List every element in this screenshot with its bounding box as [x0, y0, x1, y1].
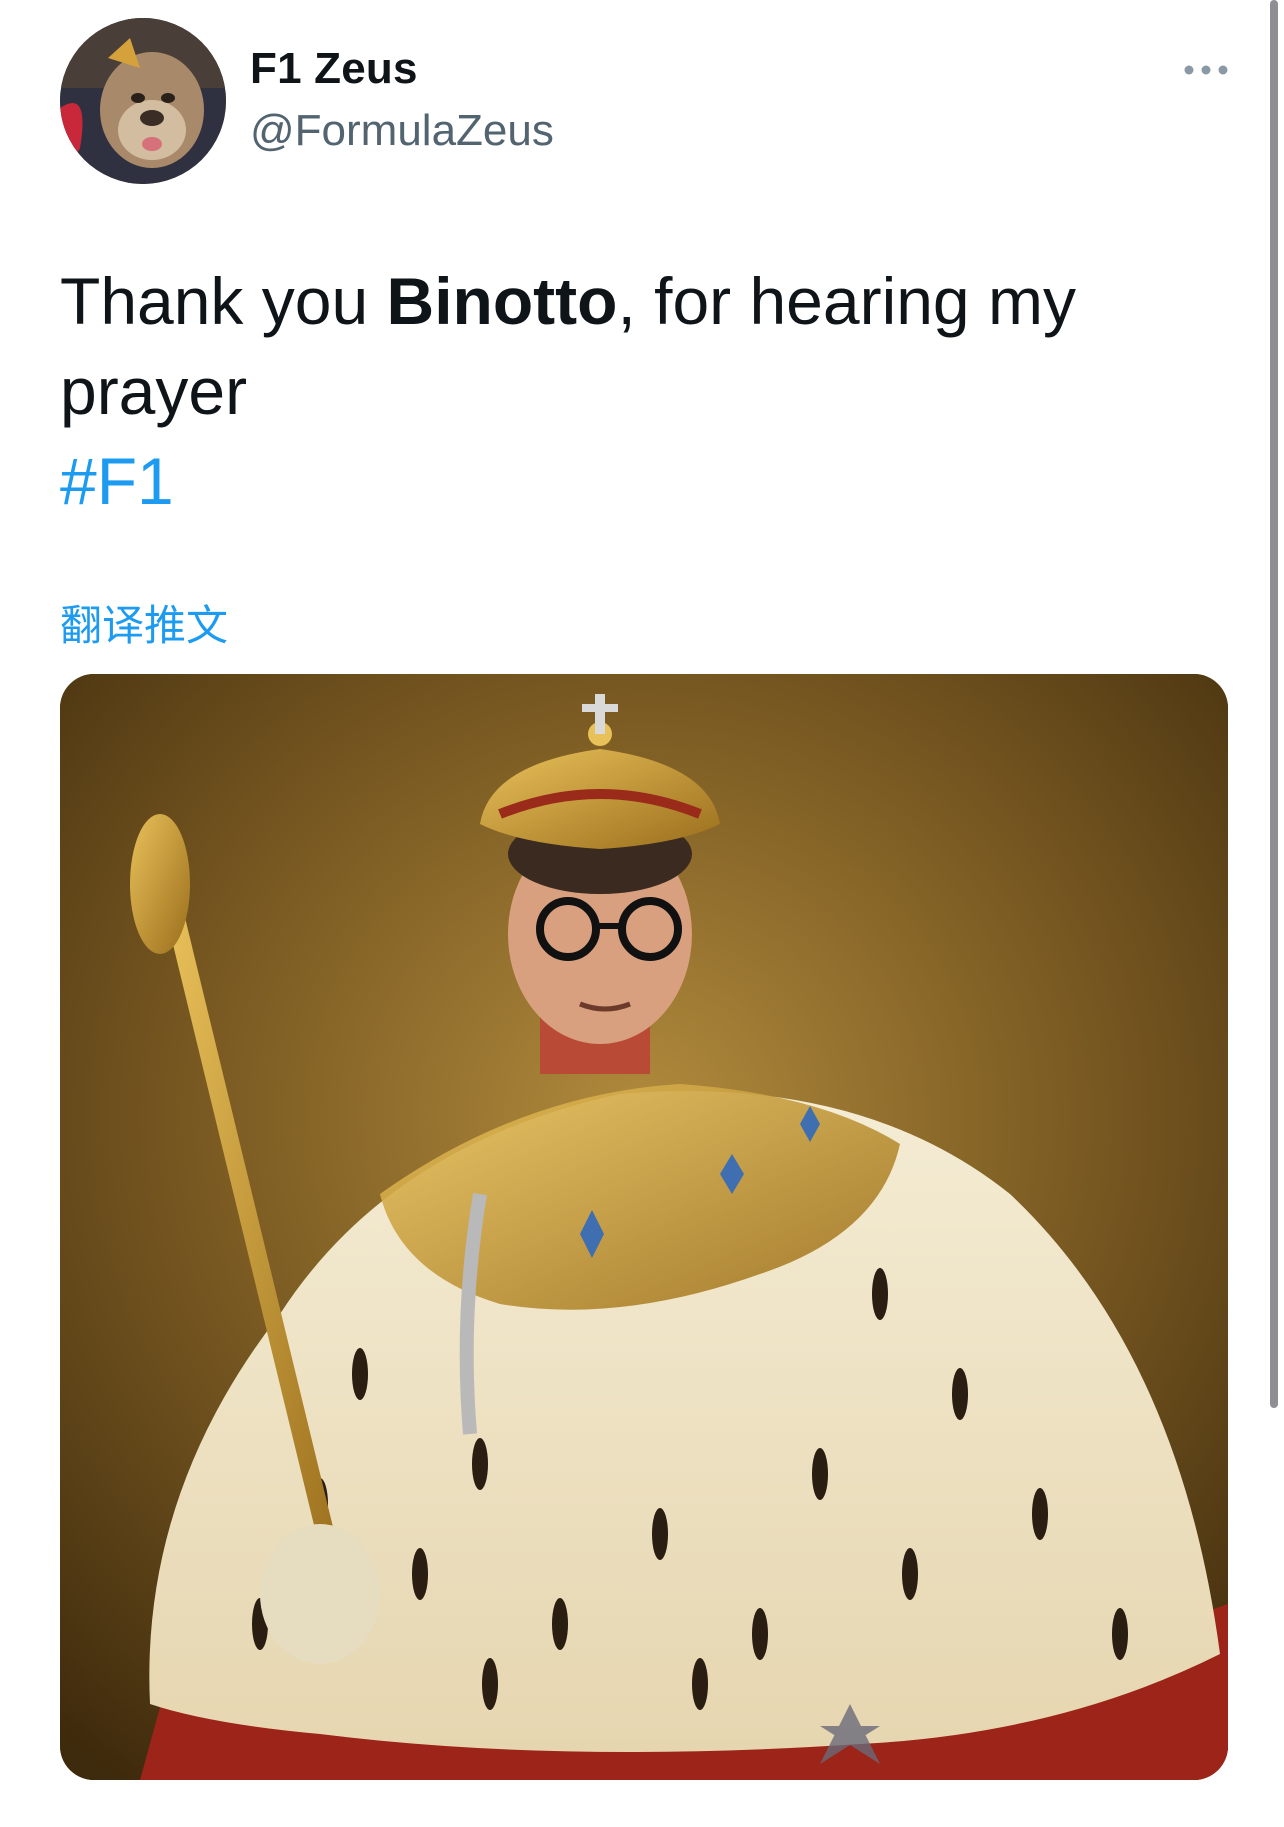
- tweet-text-bold-mention: Binotto: [386, 264, 618, 338]
- tweet-text: Thank you Binotto, for hearing my prayer…: [60, 256, 1160, 526]
- author-handle[interactable]: @FormulaZeus: [250, 106, 554, 156]
- hashtag-link[interactable]: #F1: [60, 436, 174, 526]
- scrollbar[interactable]: [1270, 0, 1278, 1408]
- tweet-media-image[interactable]: [60, 674, 1228, 1780]
- more-horizontal-icon: [1184, 65, 1228, 75]
- avatar-dog-image: [60, 18, 226, 184]
- author-avatar[interactable]: [60, 18, 226, 184]
- tweet-text-part: Thank you: [60, 264, 387, 338]
- author-display-name[interactable]: F1 Zeus: [250, 44, 418, 94]
- translate-tweet-link[interactable]: 翻译推文: [60, 592, 228, 653]
- more-options-button[interactable]: [1176, 50, 1236, 90]
- royal-portrait-image: [60, 674, 1228, 1780]
